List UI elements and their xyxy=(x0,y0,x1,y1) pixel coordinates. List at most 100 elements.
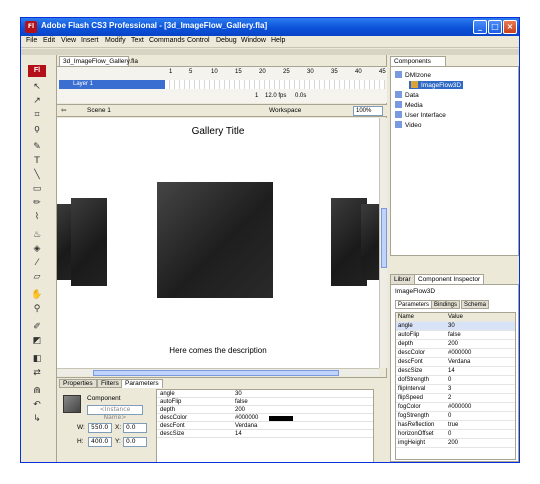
table-row[interactable]: autoFlip false xyxy=(396,331,515,340)
pencil-tool-icon[interactable]: ✏ xyxy=(31,197,43,209)
table-row[interactable]: fogColor #000000 xyxy=(396,403,515,412)
tree-item-dmizone[interactable]: DMIzone xyxy=(395,71,431,79)
free-transform-tool-icon[interactable]: ⌗ xyxy=(31,109,43,121)
table-row[interactable]: depth 200 xyxy=(157,406,373,414)
menu-window[interactable]: Window xyxy=(241,37,266,44)
param-value: #000000 xyxy=(235,415,259,421)
menu-help[interactable]: Help xyxy=(271,37,285,44)
table-row[interactable]: angle 30 xyxy=(396,322,515,331)
paint-bucket-tool-icon[interactable]: ◈ xyxy=(31,243,43,255)
scroll-thumb[interactable] xyxy=(381,208,387,268)
workspace-menu[interactable]: Workspace xyxy=(269,105,301,117)
param-value: Verdana xyxy=(448,359,471,365)
tree-item-video[interactable]: Video xyxy=(395,121,422,129)
stroke-color-icon[interactable]: ✐ xyxy=(31,321,43,333)
component-inspector: ImageFlow3D Parameters Bindings Schema N… xyxy=(390,284,519,462)
hand-tool-icon[interactable]: ✋ xyxy=(31,289,43,301)
scroll-thumb[interactable] xyxy=(93,370,339,376)
height-field[interactable]: 400.0 xyxy=(88,437,112,447)
title-bar[interactable]: Fl Adobe Flash CS3 Professional - [3d_Im… xyxy=(21,18,519,36)
table-row[interactable]: flipSpeed 2 xyxy=(396,394,515,403)
tree-item-media[interactable]: Media xyxy=(395,101,423,109)
table-row[interactable]: descFont Verdana xyxy=(157,422,373,430)
tab-parameters[interactable]: Parameters xyxy=(121,379,163,388)
line-tool-icon[interactable]: ╲ xyxy=(31,169,43,181)
x-field[interactable]: 0.0 xyxy=(123,423,147,433)
folder-icon xyxy=(395,121,402,128)
frame-number: 1 xyxy=(169,69,173,75)
menu-modify[interactable]: Modify xyxy=(105,37,126,44)
eraser-tool-icon[interactable]: ▱ xyxy=(31,271,43,283)
param-name: depth xyxy=(160,407,176,413)
rectangle-tool-icon[interactable]: ▭ xyxy=(31,183,43,195)
param-value: 200 xyxy=(448,440,459,446)
menu-commands[interactable]: Commands xyxy=(149,37,185,44)
table-row[interactable]: descColor #000000 xyxy=(396,349,515,358)
snap-magnet-icon[interactable]: ⋒ xyxy=(31,385,43,397)
black-white-icon[interactable]: ◧ xyxy=(31,353,43,365)
document-tab[interactable]: 3d_ImageFlow_Gallery.fla xyxy=(59,56,138,66)
zoom-select[interactable]: 100% xyxy=(353,106,383,116)
color-swatch[interactable] xyxy=(269,416,293,421)
tree-item-data[interactable]: Data xyxy=(395,91,419,99)
tab-properties[interactable]: Properties xyxy=(59,379,97,388)
table-row[interactable]: dofStrength 0 xyxy=(396,376,515,385)
table-row[interactable]: descSize 14 xyxy=(157,430,373,438)
tab-library[interactable]: Librar xyxy=(390,274,415,284)
table-row[interactable]: descColor #000000 xyxy=(157,414,373,422)
menu-view[interactable]: View xyxy=(61,37,76,44)
menu-control[interactable]: Control xyxy=(187,37,210,44)
table-row[interactable]: autoFlip false xyxy=(157,398,373,406)
instance-name-input[interactable]: <Instance Name> xyxy=(87,405,143,421)
brush-tool-icon[interactable]: ⌇ xyxy=(31,211,43,223)
table-row[interactable]: imgHeight 200 xyxy=(396,439,515,448)
tab-component-inspector[interactable]: Component Inspector xyxy=(414,274,485,284)
tab-bindings[interactable]: Bindings xyxy=(431,300,461,309)
menu-text[interactable]: Text xyxy=(131,37,144,44)
tree-item-user-interface[interactable]: User Interface xyxy=(395,111,446,119)
subselection-tool-icon[interactable]: ↗ xyxy=(31,95,43,107)
param-name: descFont xyxy=(398,359,423,365)
tab-parameters[interactable]: Parameters xyxy=(395,300,433,309)
menu-file[interactable]: File xyxy=(26,37,37,44)
text-tool-icon[interactable]: T xyxy=(31,155,43,167)
lasso-tool-icon[interactable]: ϙ xyxy=(31,123,43,135)
fill-color-icon[interactable]: ◩ xyxy=(31,335,43,347)
smooth-icon[interactable]: ↶ xyxy=(31,399,43,411)
menu-edit[interactable]: Edit xyxy=(43,37,55,44)
selection-tool-icon[interactable]: ↖ xyxy=(31,81,43,93)
menu-debug[interactable]: Debug xyxy=(216,37,237,44)
table-row[interactable]: descSize 14 xyxy=(396,367,515,376)
stage-horizontal-scrollbar[interactable] xyxy=(57,368,379,376)
ink-bottle-tool-icon[interactable]: ♨ xyxy=(31,229,43,241)
straighten-icon[interactable]: ↳ xyxy=(31,413,43,425)
pen-tool-icon[interactable]: ✎ xyxy=(31,141,43,153)
stage-vertical-scrollbar[interactable] xyxy=(379,118,387,368)
tab-schema[interactable]: Schema xyxy=(461,300,490,309)
tree-item-imageflow3d[interactable]: ImageFlow3D xyxy=(409,81,464,89)
table-row[interactable]: depth 200 xyxy=(396,340,515,349)
tab-filters[interactable]: Filters xyxy=(97,379,123,388)
swap-colors-icon[interactable]: ⇄ xyxy=(31,367,43,379)
column-header: Name xyxy=(398,314,415,320)
table-row[interactable]: fogStrength 0 xyxy=(396,412,515,421)
table-row[interactable]: descFont Verdana xyxy=(396,358,515,367)
close-button[interactable]: × xyxy=(503,20,517,34)
zoom-tool-icon[interactable]: ⚲ xyxy=(31,303,43,315)
components-tab[interactable]: Components xyxy=(390,56,446,66)
eyedropper-tool-icon[interactable]: ⁄ xyxy=(31,257,43,269)
gallery-title: Gallery Title xyxy=(191,126,245,137)
table-row[interactable]: angle 30 xyxy=(157,390,373,398)
menu-insert[interactable]: Insert xyxy=(81,37,99,44)
component-type-label: Component xyxy=(87,395,121,402)
table-row[interactable]: flipInterval 3 xyxy=(396,385,515,394)
maximize-button[interactable]: □ xyxy=(488,20,502,34)
y-field[interactable]: 0.0 xyxy=(123,437,147,447)
table-row[interactable]: hasReflection true xyxy=(396,421,515,430)
back-arrow-icon[interactable]: ⇦ xyxy=(61,105,66,117)
table-row[interactable]: horizonOffset 0 xyxy=(396,430,515,439)
minimize-button[interactable]: _ xyxy=(473,20,487,34)
stage[interactable]: Gallery Title Here comes the description xyxy=(57,118,379,368)
width-field[interactable]: 550.0 xyxy=(88,423,112,433)
frame-track[interactable] xyxy=(165,80,385,89)
